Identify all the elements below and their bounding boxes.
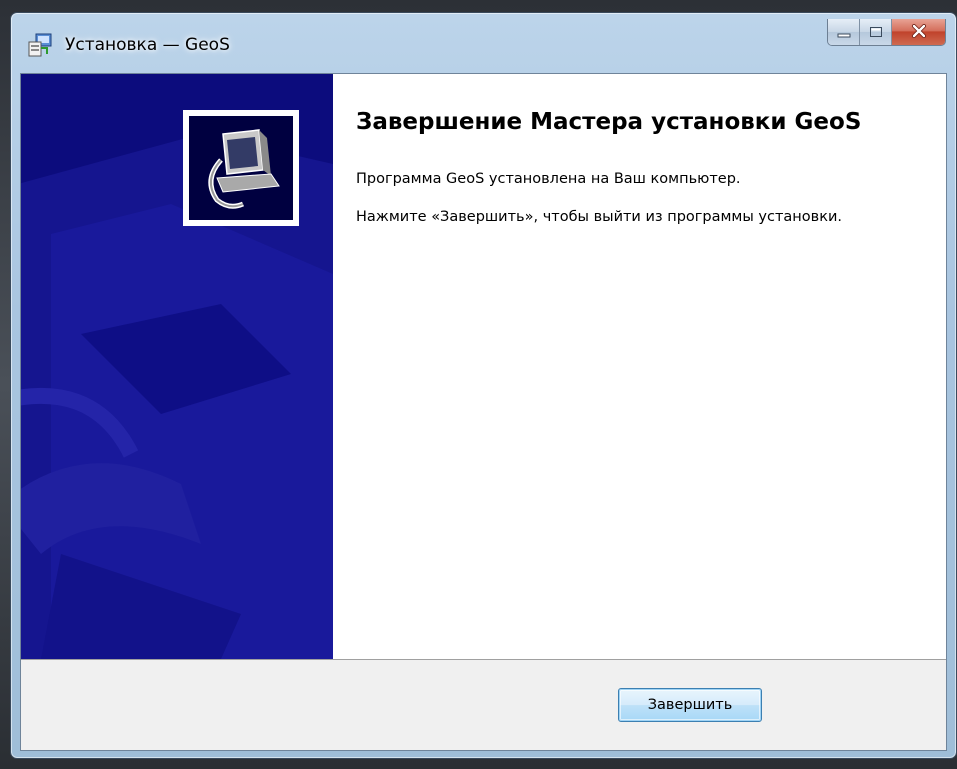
page-title: Завершение Мастера установки GeoS bbox=[356, 109, 862, 135]
minimize-button[interactable] bbox=[828, 19, 860, 45]
minimize-icon bbox=[837, 23, 851, 42]
title-bar[interactable]: Установка — GeoS bbox=[11, 13, 956, 73]
installer-window: Установка — GeoS Завершение Мастера уста… bbox=[10, 12, 957, 759]
setup-icon-frame bbox=[183, 110, 299, 226]
window-controls bbox=[827, 19, 946, 46]
finish-button[interactable]: Завершить bbox=[618, 688, 762, 722]
close-icon bbox=[911, 23, 927, 42]
window-title: Установка — GeoS bbox=[65, 35, 230, 55]
setup-computer-icon bbox=[189, 116, 293, 220]
wizard-footer: Завершить bbox=[21, 659, 946, 750]
maximize-button[interactable] bbox=[860, 19, 892, 45]
maximize-icon bbox=[869, 23, 883, 42]
installed-message: Программа GeoS установлена на Ваш компью… bbox=[356, 171, 741, 187]
wizard-banner bbox=[21, 74, 333, 659]
wizard-client-area: Завершение Мастера установки GeoS Програ… bbox=[20, 73, 947, 751]
wizard-content: Завершение Мастера установки GeoS Програ… bbox=[356, 74, 932, 227]
setup-app-icon bbox=[27, 32, 53, 58]
finish-instructions: Нажмите «Завершить», чтобы выйти из прог… bbox=[356, 209, 842, 225]
close-button[interactable] bbox=[892, 19, 945, 45]
